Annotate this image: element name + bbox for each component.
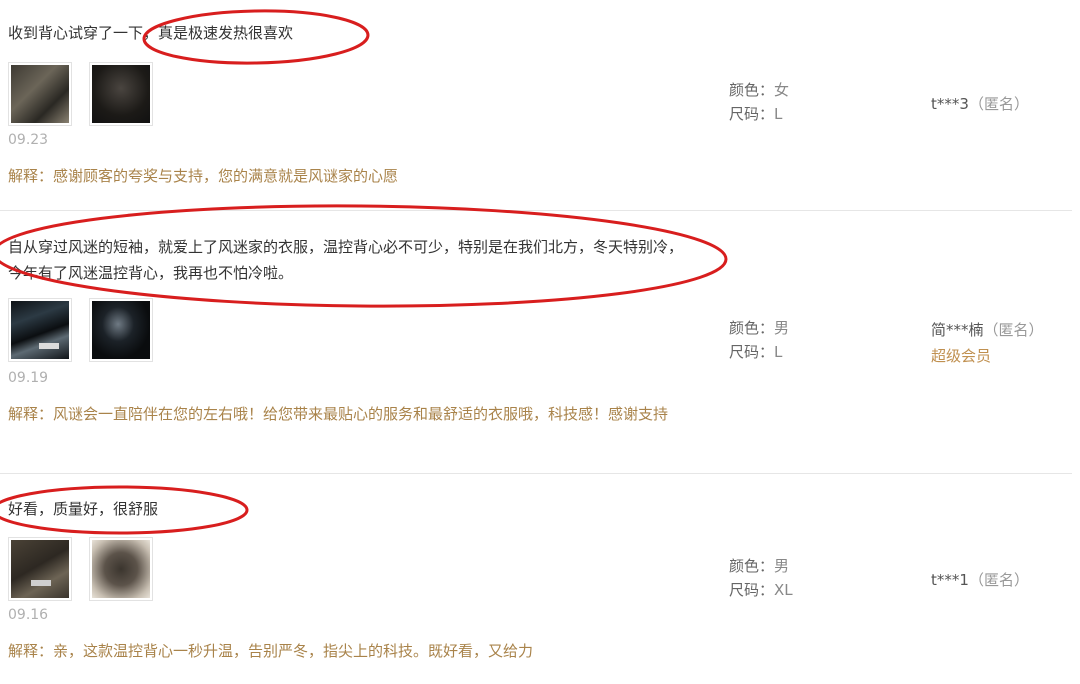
review-photos	[8, 298, 153, 362]
review-photo[interactable]	[89, 62, 153, 126]
review-content: 自从穿过风迷的短袖，就爱上了风迷家的衣服，温控背心必不可少，特别是在我们北方，冬…	[8, 238, 684, 282]
review-photo[interactable]	[8, 537, 72, 601]
review-date: 09.19	[8, 370, 49, 386]
review-content: 好看，质量好，很舒服	[8, 500, 159, 518]
anonymous-tag: （匿名）	[968, 95, 1029, 113]
size-value: L	[774, 105, 783, 123]
color-value: 女	[774, 81, 790, 99]
sku-info: 颜色：男 尺码：XL	[729, 554, 793, 602]
review-photo[interactable]	[8, 62, 72, 126]
member-level: 超级会员	[931, 347, 992, 365]
seller-reply: 解释：风谜会一直陪伴在您的左右哦！给您带来最贴心的服务和最舒适的衣服哦，科技感！…	[8, 405, 669, 423]
size-label: 尺码：	[729, 343, 775, 361]
review-photo[interactable]	[89, 298, 153, 362]
reviewer-name: t***1	[931, 571, 969, 589]
size-label: 尺码：	[729, 581, 775, 599]
review-photos	[8, 62, 153, 126]
color-label: 颜色：	[729, 557, 775, 575]
review-content: 收到背心试穿了一下，真是极速发热很喜欢	[8, 24, 294, 42]
review-item: 自从穿过风迷的短袖，就爱上了风迷家的衣服，温控背心必不可少，特别是在我们北方，冬…	[0, 211, 1072, 473]
reviewer: t***1（匿名）	[931, 567, 1029, 593]
review-date: 09.16	[8, 607, 49, 623]
size-label: 尺码：	[729, 105, 775, 123]
reviewer-name: 简***楠	[931, 321, 984, 339]
review-photo[interactable]	[89, 537, 153, 601]
color-value: 男	[774, 557, 790, 575]
color-label: 颜色：	[729, 81, 775, 99]
reviewer: 简***楠（匿名） 超级会员	[931, 317, 1044, 369]
anonymous-tag: （匿名）	[968, 571, 1029, 589]
color-value: 男	[774, 319, 790, 337]
sku-info: 颜色：女 尺码：L	[729, 78, 789, 126]
review-item: 收到背心试穿了一下，真是极速发热很喜欢 09.23 解释：感谢顾客的夸奖与支持，…	[0, 0, 1072, 210]
color-label: 颜色：	[729, 319, 775, 337]
seller-reply: 解释：感谢顾客的夸奖与支持，您的满意就是风谜家的心愿	[8, 167, 399, 185]
seller-reply: 解释：亲，这款温控背心一秒升温，告别严冬，指尖上的科技。既好看，又给力	[8, 642, 534, 660]
review-item: 好看，质量好，很舒服 09.16 解释：亲，这款温控背心一秒升温，告别严冬，指尖…	[0, 474, 1072, 684]
sku-info: 颜色：男 尺码：L	[729, 316, 789, 364]
review-photos	[8, 537, 153, 601]
size-value: XL	[774, 581, 793, 599]
review-photo[interactable]	[8, 298, 72, 362]
reviewer: t***3（匿名）	[931, 91, 1029, 117]
anonymous-tag: （匿名）	[983, 321, 1044, 339]
review-date: 09.23	[8, 132, 49, 148]
reviewer-name: t***3	[931, 95, 969, 113]
size-value: L	[774, 343, 783, 361]
